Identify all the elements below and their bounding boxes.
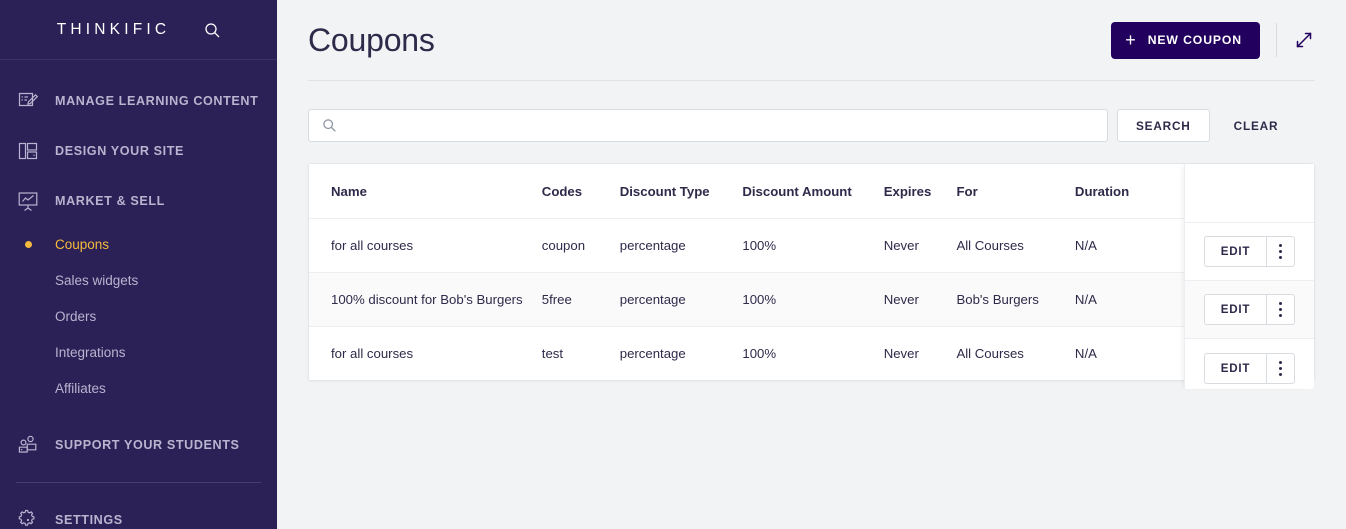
people-icon <box>16 433 40 457</box>
sidebar-item-label: MANAGE LEARNING CONTENT <box>55 94 259 108</box>
sidebar-item-label: SUPPORT YOUR STUDENTS <box>55 438 240 452</box>
column-header-name: Name <box>309 164 542 219</box>
sidebar-item-sales-widgets[interactable]: Sales widgets <box>0 262 277 298</box>
cell-duration: N/A <box>1074 218 1179 273</box>
cell-for: All Courses <box>956 346 1024 361</box>
sidebar-nav: MANAGE LEARNING CONTENT DESIGN YOUR SITE <box>0 60 277 529</box>
cell-name: 100% discount for Bob's Burgers <box>309 272 542 327</box>
cell-expires: Never <box>883 272 957 327</box>
app-root: THINKIFIC MANAGE LEARNING CONTENT DESIGN… <box>0 0 1346 529</box>
search-field-wrapper <box>308 109 1108 142</box>
cell-discount-amount: 100% <box>742 218 884 273</box>
edit-button[interactable]: EDIT <box>1203 236 1267 267</box>
column-header-discount-amount: Discount Amount <box>742 164 884 219</box>
sidebar-item-label: MARKET & SELL <box>55 194 165 208</box>
kebab-menu-icon[interactable] <box>1266 236 1296 267</box>
column-header-for: For <box>956 164 1075 219</box>
kebab-menu-icon[interactable] <box>1266 294 1296 325</box>
sidebar-item-design-your-site[interactable]: DESIGN YOUR SITE <box>0 126 277 176</box>
header-divider <box>1276 23 1277 57</box>
edit-button[interactable]: EDIT <box>1203 294 1267 325</box>
sidebar-item-label: Integrations <box>55 344 126 360</box>
cell-name: for all courses <box>331 346 414 361</box>
search-input[interactable] <box>308 109 1108 142</box>
row-actions: EDIT <box>1185 281 1314 339</box>
cell-expires: Never <box>883 346 919 361</box>
filter-row: SEARCH CLEAR <box>308 109 1315 142</box>
plus-icon: + <box>1125 29 1137 50</box>
cell-discount-type: percentage <box>619 272 743 327</box>
new-coupon-label: NEW COUPON <box>1147 33 1242 47</box>
sidebar-item-label: Sales widgets <box>55 272 139 288</box>
cell-codes: test <box>541 346 564 361</box>
column-header-duration: Duration <box>1074 164 1179 219</box>
sidebar-item-affiliates[interactable]: Affiliates <box>0 370 277 406</box>
table-row: 100% discount for Bob's Burgers 5free pe… <box>309 272 1314 327</box>
cell-codes: coupon <box>541 218 620 273</box>
sidebar-item-settings[interactable]: SETTINGS <box>0 495 277 529</box>
cell-discount-type: percentage <box>619 218 743 273</box>
table-body: for all courses coupon percentage 100% N… <box>309 218 1314 381</box>
active-dot-icon <box>16 240 40 248</box>
edit-button-group: EDIT <box>1203 236 1296 267</box>
coupons-table-card: Name Codes Discount Type Discount Amount… <box>308 163 1315 389</box>
cell-codes: 5free <box>541 272 620 327</box>
column-header-expires: Expires <box>883 164 957 219</box>
layout-columns-icon <box>16 139 40 163</box>
cell-discount-amount: 100% <box>742 346 777 361</box>
row-actions: EDIT <box>1185 223 1314 281</box>
sidebar-item-orders[interactable]: Orders <box>0 298 277 334</box>
kebab-menu-icon[interactable] <box>1266 352 1296 384</box>
page-header: Coupons + NEW COUPON <box>308 0 1315 81</box>
table-header-row: Name Codes Discount Type Discount Amount… <box>309 164 1314 219</box>
sidebar-item-market-and-sell[interactable]: MARKET & SELL <box>0 176 277 226</box>
search-button[interactable]: SEARCH <box>1117 109 1210 142</box>
sidebar-item-label: Orders <box>55 308 97 324</box>
sidebar-item-label: Coupons <box>55 236 110 252</box>
cell-for: Bob's Burgers <box>956 272 1075 327</box>
sidebar-item-label: DESIGN YOUR SITE <box>55 144 185 158</box>
cell-duration: N/A <box>1074 272 1179 327</box>
sidebar-item-manage-learning-content[interactable]: MANAGE LEARNING CONTENT <box>0 76 277 126</box>
header-actions: + NEW COUPON <box>1111 21 1315 59</box>
edit-button[interactable]: EDIT <box>1203 352 1267 384</box>
table-row: for all courses test percentage 100% Nev… <box>309 327 1314 381</box>
sidebar-item-label: SETTINGS <box>55 513 123 527</box>
table-row: for all courses coupon percentage 100% N… <box>309 218 1314 273</box>
table-head: Name Codes Discount Type Discount Amount… <box>309 164 1314 219</box>
actions-column-header <box>1185 164 1314 223</box>
new-coupon-button[interactable]: + NEW COUPON <box>1111 21 1260 59</box>
cell-discount-amount: 100% <box>742 272 884 327</box>
sidebar-divider <box>16 482 261 483</box>
sidebar-item-coupons[interactable]: Coupons <box>0 226 277 262</box>
sidebar: THINKIFIC MANAGE LEARNING CONTENT DESIGN… <box>0 0 277 529</box>
thinkific-logo: THINKIFIC <box>56 20 171 38</box>
edit-button-group: EDIT <box>1203 352 1296 384</box>
clear-button[interactable]: CLEAR <box>1228 119 1285 133</box>
column-header-codes: Codes <box>541 164 620 219</box>
expand-diagonal-icon[interactable] <box>1293 29 1315 51</box>
search-icon[interactable] <box>204 22 220 38</box>
presentation-chart-icon <box>16 189 40 213</box>
page-title: Coupons <box>308 21 435 58</box>
cell-for: All Courses <box>956 218 1075 273</box>
main-content: Coupons + NEW COUPON SEARCH CLEAR Name C… <box>277 0 1346 529</box>
cell-name: for all courses <box>309 218 542 273</box>
coupons-table: Name Codes Discount Type Discount Amount… <box>309 164 1314 380</box>
column-header-discount-type: Discount Type <box>619 164 743 219</box>
cell-duration: N/A <box>1074 346 1097 361</box>
sidebar-item-support-your-students[interactable]: SUPPORT YOUR STUDENTS <box>0 420 277 470</box>
gear-icon <box>16 508 40 529</box>
sticky-actions-column: EDIT EDIT EDIT <box>1184 164 1314 389</box>
cell-discount-type: percentage <box>619 346 686 361</box>
row-actions: EDIT <box>1185 339 1314 397</box>
cell-expires: Never <box>883 218 957 273</box>
notepad-pencil-icon <box>16 89 40 113</box>
sidebar-item-integrations[interactable]: Integrations <box>0 334 277 370</box>
sidebar-item-label: Affiliates <box>55 380 106 396</box>
edit-button-group: EDIT <box>1203 294 1296 325</box>
sidebar-brand-bar: THINKIFIC <box>0 0 277 60</box>
